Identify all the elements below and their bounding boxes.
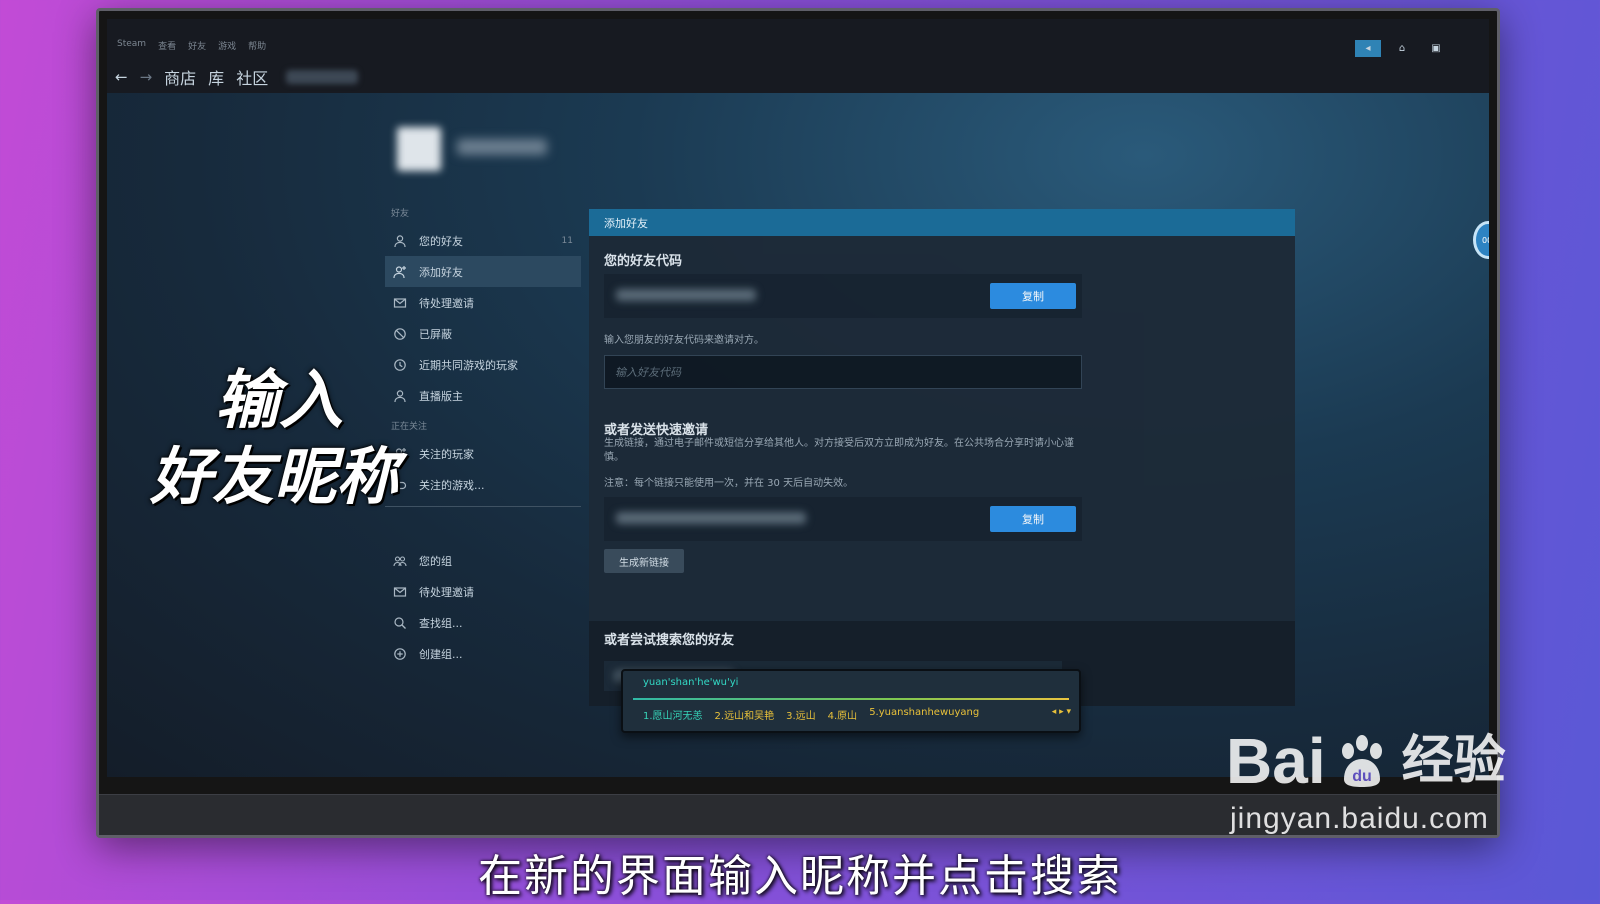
group-icon — [393, 554, 407, 568]
title-bar: Steam 查看 好友 游戏 帮助 ← → 商店 库 社区 ◂ ⌂ ▣ — [107, 19, 1489, 93]
plus-circle-icon — [393, 647, 407, 661]
add-friend-panel: 添加好友 您的好友代码 复制 输入您朋友的好友代码来邀请对方。 或者发送快速邀请… — [589, 209, 1295, 706]
nav-store[interactable]: 商店 — [164, 65, 196, 89]
friend-code-row: 复制 — [604, 274, 1082, 318]
sidebar-item-create-group[interactable]: 创建组... — [385, 638, 581, 669]
sidebar-item-find-groups[interactable]: 查找组... — [385, 607, 581, 638]
sidebar-item-add-friend[interactable]: 添加好友 — [385, 256, 581, 287]
sidebar-item-pending-invites[interactable]: 待处理邀请 — [385, 287, 581, 318]
sidebar-item-label: 待处理邀请 — [419, 585, 474, 599]
avatar[interactable] — [397, 127, 441, 171]
nav-bar: ← → 商店 库 社区 — [115, 65, 359, 89]
sidebar-item-blocked[interactable]: 已屏蔽 — [385, 318, 581, 349]
menu-games[interactable]: 游戏 — [218, 39, 236, 52]
top-menu: Steam 查看 好友 游戏 帮助 — [117, 39, 266, 52]
friend-code-blurred — [616, 289, 756, 301]
ime-candidate[interactable]: 2.远山和吴艳 — [715, 707, 775, 722]
baidu-paw-icon: du — [1341, 735, 1382, 787]
menu-steam[interactable]: Steam — [117, 39, 146, 52]
invite-hint: 输入您朋友的好友代码来邀请对方。 — [604, 335, 764, 346]
ime-candidate[interactable]: 3.远山 — [786, 707, 816, 722]
recording-timer-badge: 00: — [1473, 221, 1489, 259]
search-icon — [393, 616, 407, 630]
sidebar-item-label: 您的组 — [419, 554, 452, 568]
copy-code-button[interactable]: 复制 — [990, 283, 1076, 309]
ime-divider — [633, 698, 1069, 700]
sidebar-item-label: 待处理邀请 — [419, 296, 474, 310]
quick-invite-title: 或者发送快速邀请 — [604, 423, 709, 438]
generate-link-button[interactable]: 生成新链接 — [604, 549, 684, 573]
ime-composition: yuan'shan'he'wu'yi — [643, 677, 739, 688]
nav-username-blurred[interactable] — [286, 70, 359, 84]
overlay-caption: 输入 好友昵称 — [104, 364, 444, 516]
baidu-jingyan-watermark: Bai du 经验 jingyan.baidu.com — [1226, 726, 1506, 836]
quick-invite-note: 注意：每个链接只能使用一次，并在 30 天后自动失效。 — [604, 478, 854, 489]
overlay-caption-line1: 输入 — [215, 364, 343, 438]
invite-link-row: 复制 — [604, 497, 1082, 541]
panel-body: 您的好友代码 复制 输入您朋友的好友代码来邀请对方。 或者发送快速邀请 生成链接… — [589, 236, 1295, 706]
ime-page-arrows-icon[interactable]: ◂ ▸ ▾ — [1052, 707, 1071, 717]
broadcast-icon[interactable]: ◂ — [1355, 40, 1381, 57]
sidebar-item-label: 添加好友 — [419, 265, 463, 279]
friend-count: 11 — [561, 235, 573, 246]
forward-arrow-icon[interactable]: → — [140, 68, 153, 86]
ime-candidate[interactable]: 5.yuanshanhewuyang — [869, 707, 979, 722]
friends-section-label: 好友 — [391, 209, 410, 219]
copy-link-button[interactable]: 复制 — [990, 506, 1076, 532]
envelope-icon — [393, 296, 407, 310]
video-subtitle: 在新的界面输入昵称并点击搜索 — [478, 851, 1122, 902]
sidebar-item-label: 查找组... — [419, 616, 463, 630]
notification-icon[interactable]: ⌂ — [1389, 40, 1415, 57]
search-title: 或者尝试搜索您的好友 — [604, 633, 735, 648]
sidebar-item-group-pending-invites[interactable]: 待处理邀请 — [385, 576, 581, 607]
ime-candidate[interactable]: 4.原山 — [828, 707, 858, 722]
envelope-icon — [393, 585, 407, 599]
watermark-brand-a: Bai — [1226, 725, 1326, 797]
quick-invite-desc: 生成链接，通过电子邮件或短信分享给其他人。对方接受后双方立即成为好友。在公共场合… — [604, 438, 1074, 463]
ime-candidates: 1.愿山河无恙 2.远山和吴艳 3.远山 4.原山 5.yuanshanhewu… — [643, 707, 979, 722]
sidebar-item-your-groups[interactable]: 您的组 — [385, 545, 581, 576]
profile-name-blurred[interactable] — [457, 139, 547, 155]
overlay-caption-line2: 好友昵称 — [149, 440, 398, 513]
friend-code-input[interactable] — [604, 355, 1082, 389]
blocked-icon — [393, 327, 407, 341]
sidebar-item-your-friends[interactable]: 您的好友 11 — [385, 225, 581, 256]
ime-candidate[interactable]: 1.愿山河无恙 — [643, 707, 703, 722]
window-controls: ◂ ⌂ ▣ — [1355, 40, 1449, 57]
friends-chat-icon[interactable]: ▣ — [1423, 40, 1449, 57]
sidebar-item-label: 已屏蔽 — [419, 327, 452, 341]
nav-community[interactable]: 社区 — [236, 65, 268, 89]
person-icon — [393, 234, 407, 248]
baidu-logo: Bai du 经验 — [1226, 726, 1506, 796]
nav-library[interactable]: 库 — [208, 65, 224, 89]
menu-view[interactable]: 查看 — [158, 39, 176, 52]
add-person-icon — [393, 265, 407, 279]
back-arrow-icon[interactable]: ← — [115, 68, 128, 86]
friend-code-title: 您的好友代码 — [604, 254, 683, 269]
invite-link-blurred — [616, 512, 806, 524]
ime-candidate-window: yuan'shan'he'wu'yi 1.愿山河无恙 2.远山和吴艳 3.远山 … — [621, 669, 1081, 733]
watermark-brand-b: 经验 — [1401, 732, 1506, 790]
menu-help[interactable]: 帮助 — [248, 39, 266, 52]
panel-header: 添加好友 — [589, 209, 1295, 236]
svg-text:du: du — [1352, 768, 1372, 785]
sidebar-item-label: 创建组... — [419, 647, 463, 661]
watermark-url: jingyan.baidu.com — [1230, 802, 1489, 835]
sidebar-item-label: 您的好友 — [419, 234, 463, 248]
menu-friends[interactable]: 好友 — [188, 39, 206, 52]
